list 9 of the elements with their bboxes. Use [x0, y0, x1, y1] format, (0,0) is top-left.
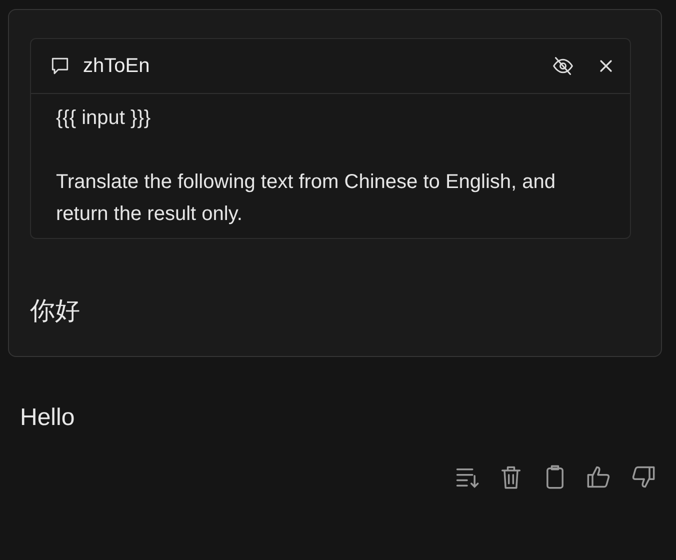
- user-message: 你好: [30, 296, 81, 327]
- close-icon[interactable]: [598, 58, 614, 74]
- prompt-text: {{{ input }}} Translate the following text from Chinese to English, and return the result only.: [55, 106, 557, 227]
- prompt-title: zhToEn: [83, 54, 150, 78]
- eye-slash-icon[interactable]: [552, 55, 574, 77]
- speech-bubble-icon: [49, 55, 71, 77]
- thumbs-up-icon[interactable]: [586, 464, 612, 490]
- thumbs-down-icon[interactable]: [630, 464, 656, 490]
- reply-text: Hello: [20, 404, 76, 432]
